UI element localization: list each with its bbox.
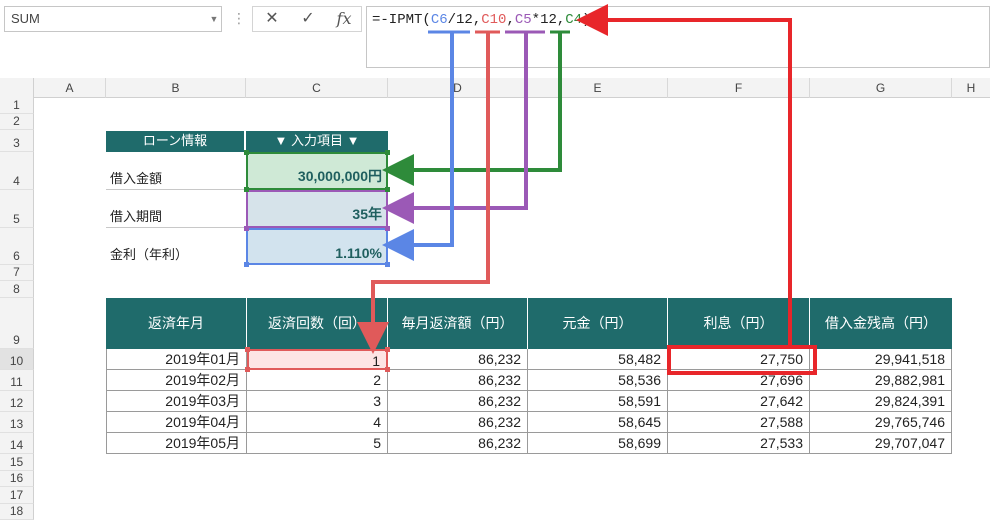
annotation-arrows xyxy=(357,4,792,354)
pv-arrow xyxy=(382,32,562,186)
result-arrow xyxy=(576,4,792,345)
nper-arrow xyxy=(382,32,528,224)
rate-arrow xyxy=(382,32,454,261)
per-arrow xyxy=(357,32,490,354)
